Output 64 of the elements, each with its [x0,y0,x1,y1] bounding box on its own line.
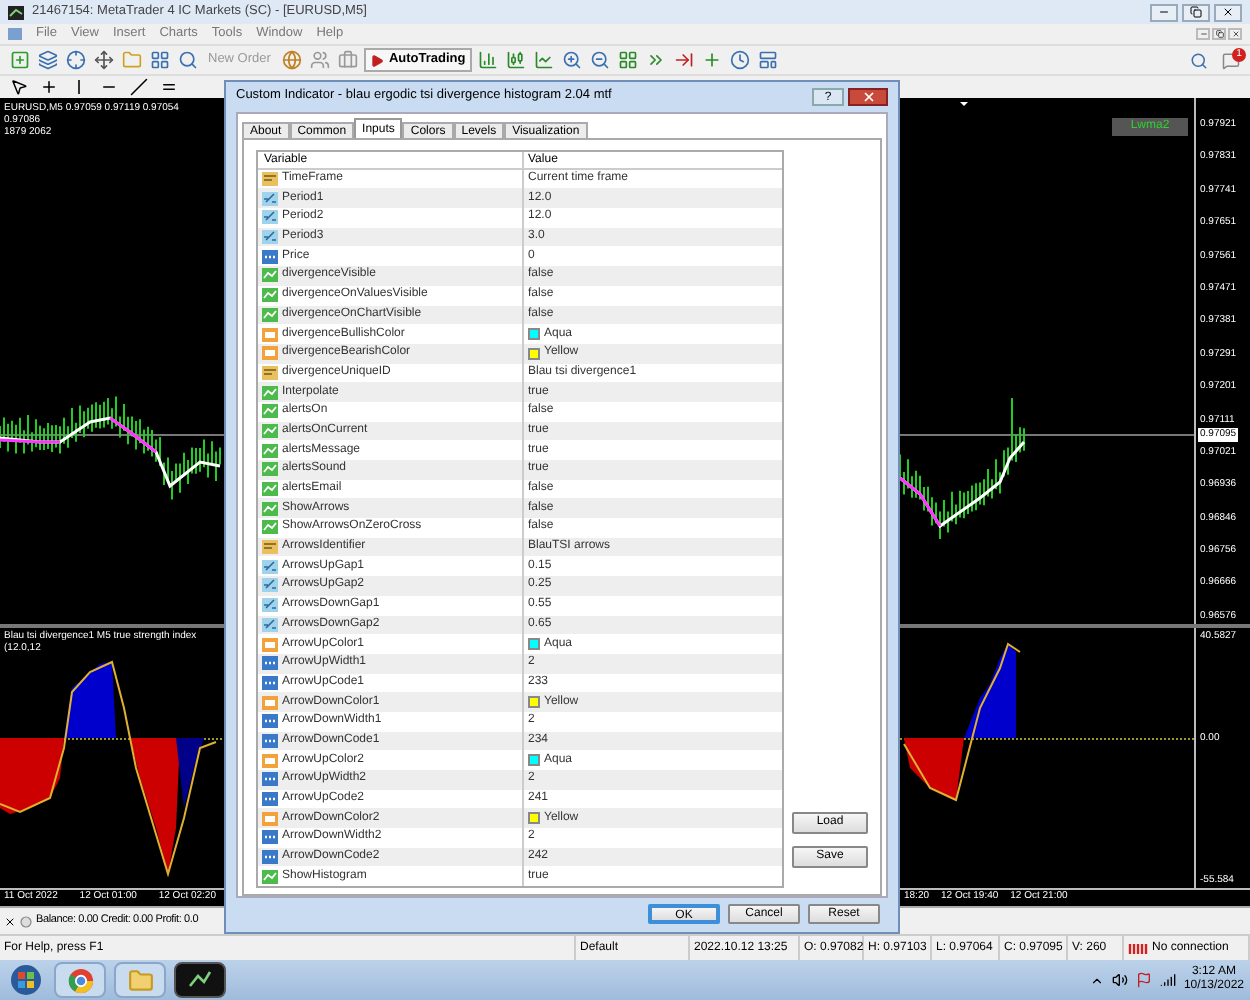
minimize-button[interactable] [1150,3,1178,21]
fraction-icon [262,617,278,632]
layers-icon[interactable] [36,49,58,71]
taskbar-item[interactable] [174,962,226,998]
trend-line-icon[interactable] [128,76,150,98]
close-icon [1222,6,1234,18]
fraction-icon [262,598,278,613]
app-logo-icon [8,5,24,19]
crosshair-icon[interactable] [38,76,60,98]
chevron-up-icon[interactable] [1089,973,1104,987]
search-icon[interactable] [1188,49,1210,71]
minimize-icon [1158,6,1170,18]
minimize-button[interactable] [1196,28,1210,40]
restore-button[interactable] [1212,28,1226,40]
fraction-icon [262,578,278,593]
connection-bars-icon [1128,941,1148,955]
clock-icon[interactable] [729,49,752,71]
grid-icon[interactable] [148,49,170,71]
users-icon[interactable] [308,49,331,71]
play-icon [370,53,385,67]
folder-icon [127,967,153,993]
fraction-icon [262,559,278,574]
signal-bars-icon[interactable] [1159,972,1176,988]
fraction-icon [262,230,278,245]
close-button[interactable] [1228,28,1242,40]
zoom-out-icon[interactable] [589,49,612,71]
text-lines-icon [262,172,278,187]
bar-chart-icon[interactable] [477,49,500,71]
round-browser-icon [67,967,93,993]
restore-button[interactable] [1182,3,1210,21]
briefcase-icon[interactable] [336,49,359,71]
candle-chart-drawing [899,397,1026,540]
restore-icon [1215,30,1223,38]
fraction-icon [262,191,278,206]
move-icon[interactable] [92,49,114,71]
text-lines-icon [262,365,278,380]
scroll-icon[interactable] [645,49,668,71]
close-button[interactable] [848,87,888,106]
text-lines-icon [262,540,278,555]
speaker-icon[interactable] [1111,972,1128,988]
line-chart-icon[interactable] [533,49,556,71]
chart-window-icon [8,28,22,40]
app-logo-icon [188,970,212,990]
pointer-icon[interactable] [8,76,30,98]
balance-icon [20,915,32,927]
start-button[interactable] [6,962,46,998]
flag-icon[interactable] [1135,972,1152,988]
shift-icon[interactable] [673,49,696,71]
close-button[interactable] [1214,3,1242,21]
zoom-in-icon[interactable] [561,49,584,71]
chart-shift-marker-icon [960,102,968,106]
minimize-icon [1199,30,1207,38]
globe-icon[interactable] [280,49,303,71]
search-icon[interactable] [176,49,198,71]
tile-icon[interactable] [617,49,640,71]
crosshair-icon[interactable] [64,49,86,71]
close-icon [861,89,875,104]
plus-icon[interactable] [701,49,724,71]
template-icon[interactable] [757,49,780,71]
restore-icon [1190,6,1202,18]
close-icon [3,915,15,927]
fraction-icon [262,210,278,225]
candlestick-icon[interactable] [505,49,528,71]
close-button[interactable] [2,914,16,928]
